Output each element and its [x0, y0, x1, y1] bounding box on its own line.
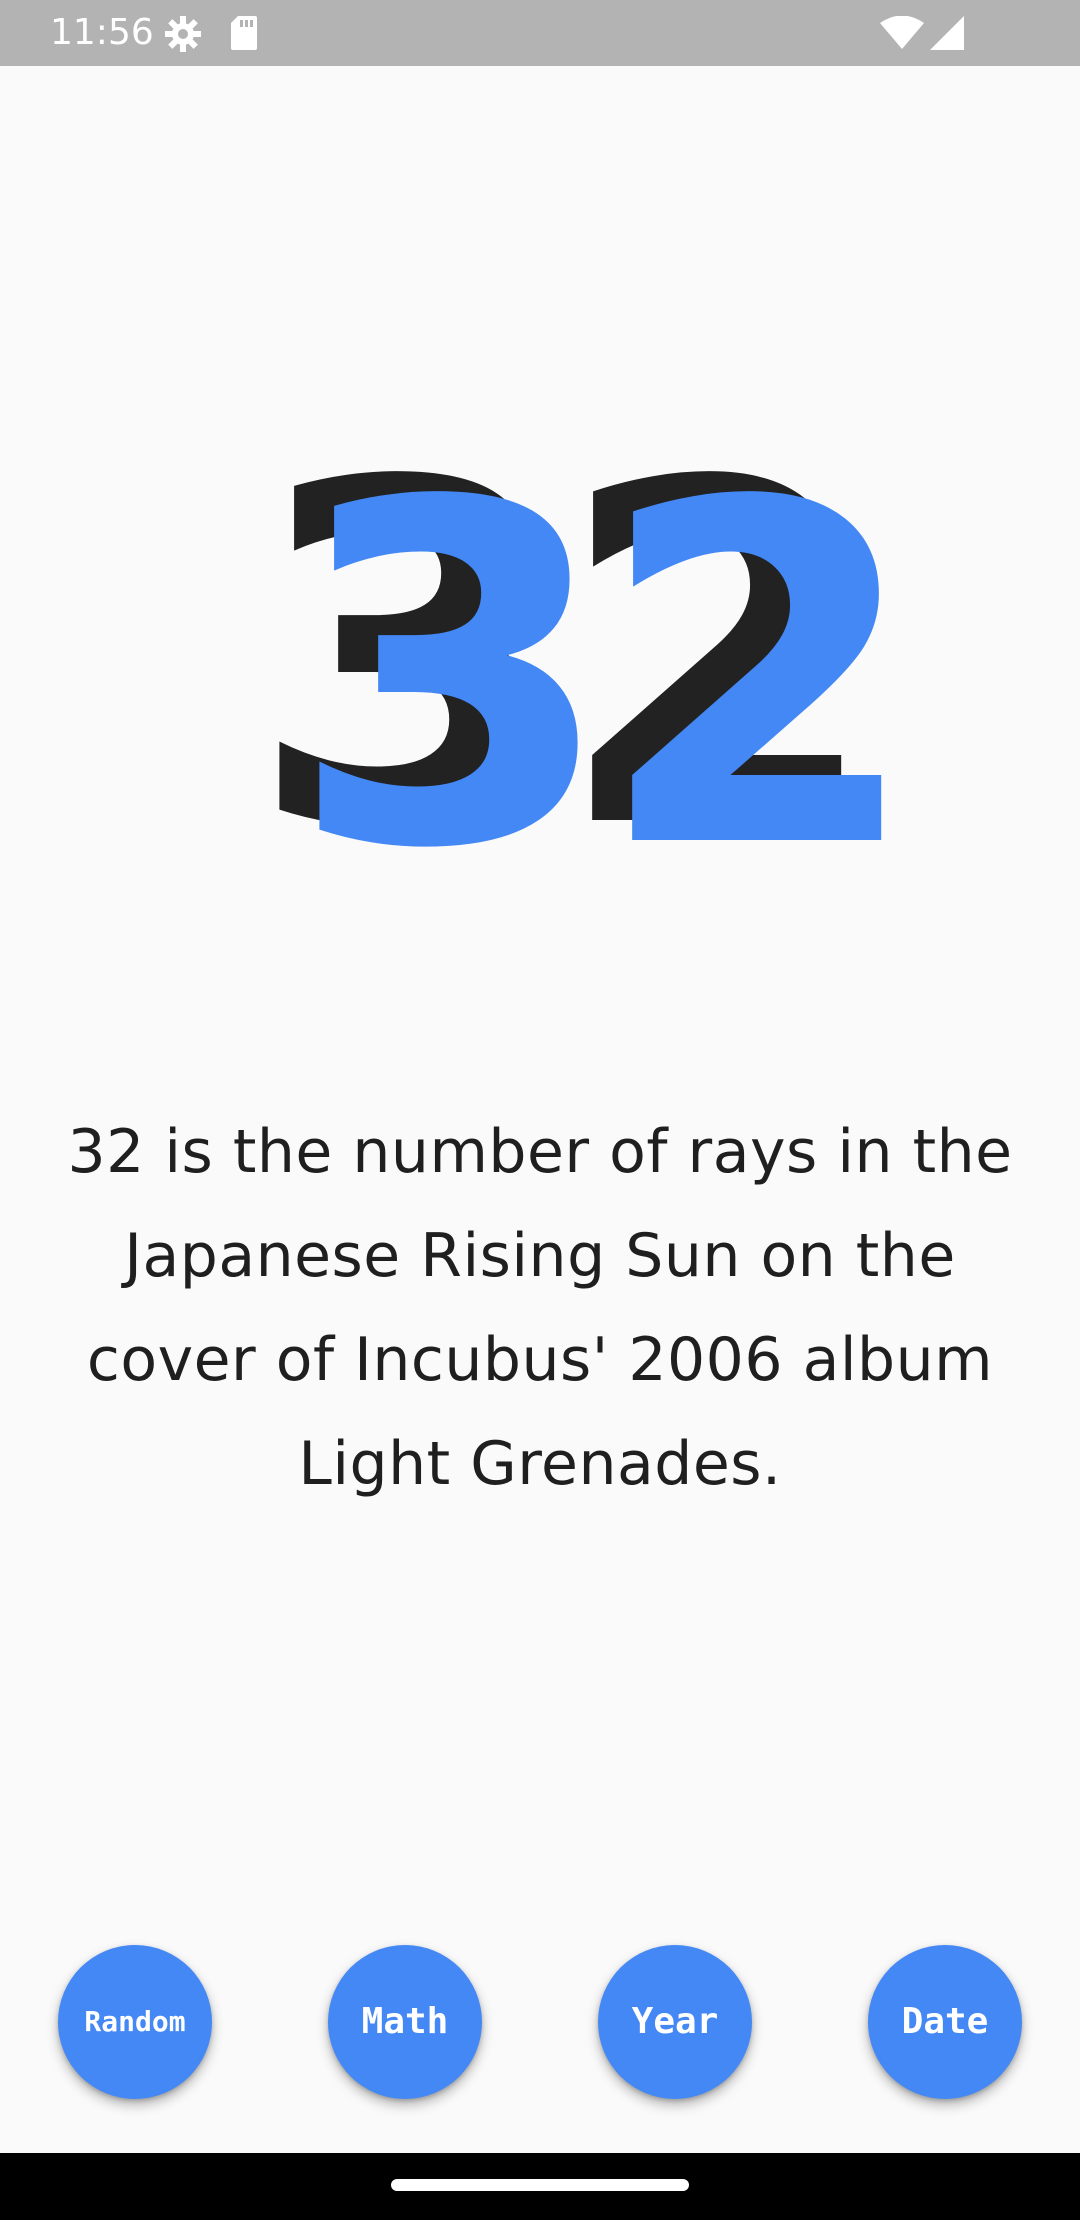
number-value: 32 [288, 404, 902, 910]
fact-text: 32 is the number of rays in the Japanese… [67, 1117, 1013, 1499]
number-graphic: 32 32 [248, 390, 922, 910]
year-button[interactable]: Year [598, 1945, 752, 2099]
status-bar: 11:56 [0, 0, 1080, 66]
wifi-icon [880, 15, 924, 54]
cell-signal-icon [930, 16, 964, 54]
math-button[interactable]: Math [328, 1945, 482, 2099]
date-button[interactable]: Date [868, 1945, 1022, 2099]
status-time: 11:56 [50, 12, 154, 53]
settings-icon [163, 14, 203, 58]
random-button[interactable]: Random [58, 1945, 212, 2099]
navigation-bar [0, 2153, 1080, 2220]
home-gesture-handle[interactable] [391, 2179, 689, 2191]
sd-card-icon [229, 14, 259, 56]
number-display: 32 32 [0, 390, 1080, 910]
